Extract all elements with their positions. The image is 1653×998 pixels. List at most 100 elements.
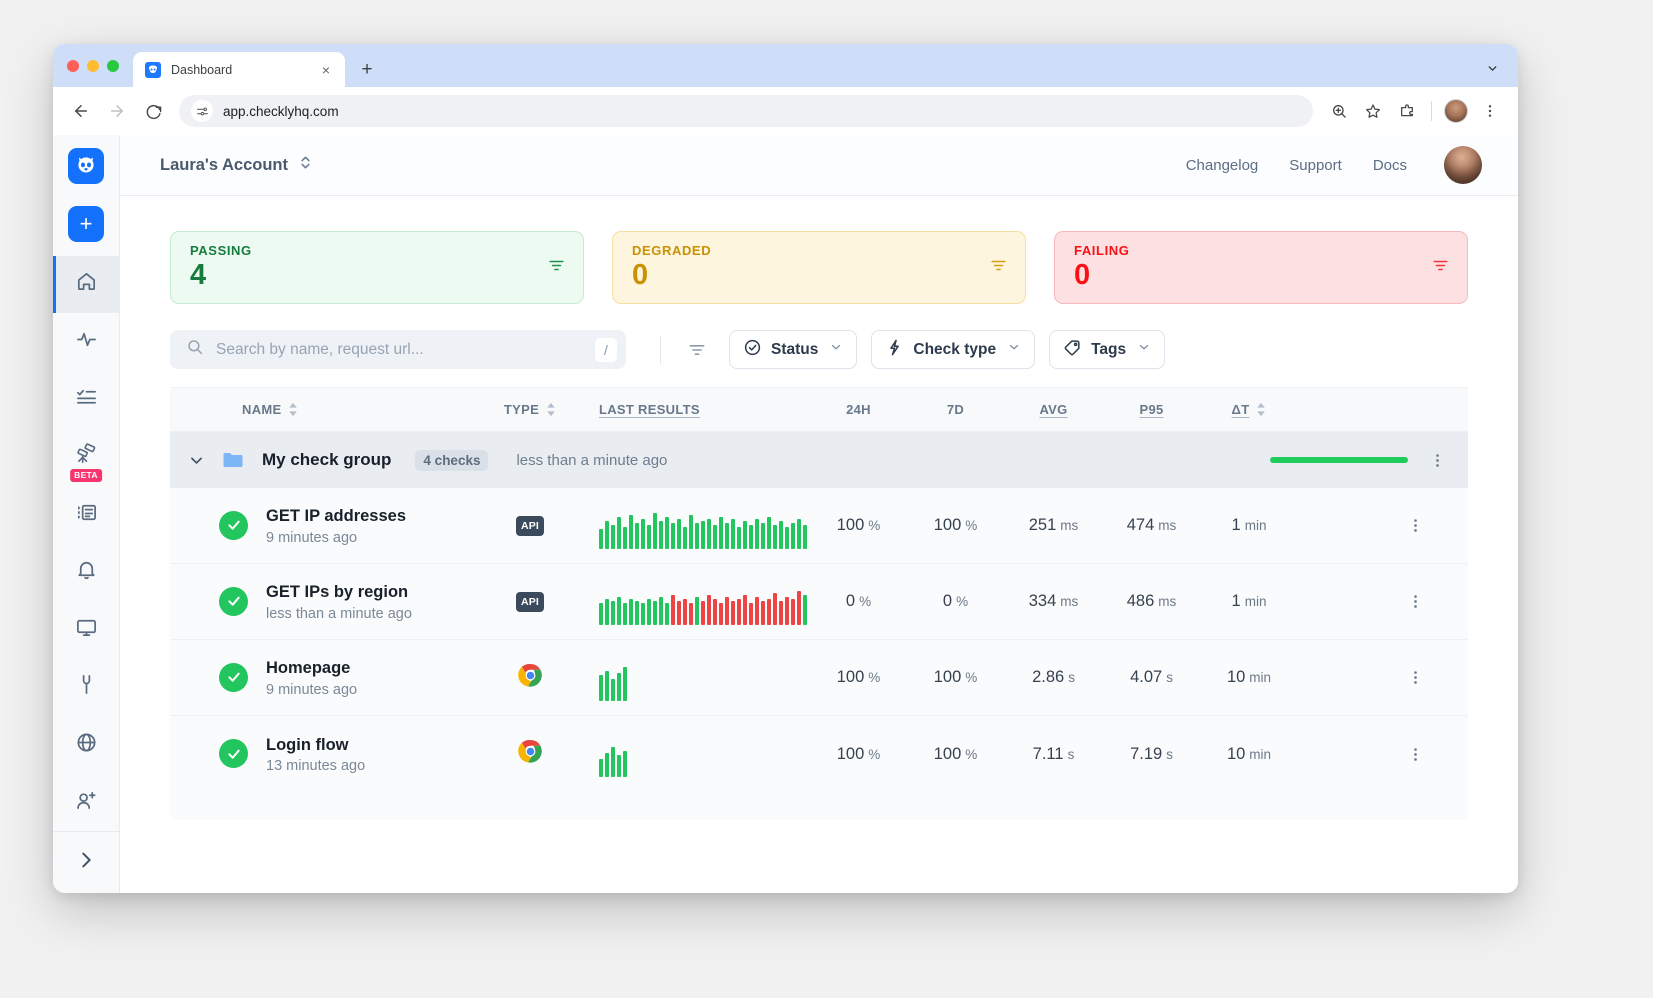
minimize-window-button[interactable] <box>87 60 99 72</box>
link-changelog[interactable]: Changelog <box>1186 157 1259 174</box>
sparkline-bar <box>623 527 627 549</box>
check-group-row[interactable]: My check group 4 checks less than a minu… <box>170 432 1468 488</box>
sidebar-expand-button[interactable] <box>53 831 120 893</box>
row-actions-menu-icon[interactable] <box>1407 593 1446 610</box>
sidebar-item-home[interactable] <box>53 256 120 314</box>
close-window-button[interactable] <box>67 60 79 72</box>
search-input[interactable] <box>216 341 583 359</box>
close-icon[interactable]: × <box>317 61 335 79</box>
column-header-type[interactable]: TYPE <box>480 402 580 417</box>
row-actions-menu-icon[interactable] <box>1407 669 1446 686</box>
row-actions <box>1298 593 1468 610</box>
sidebar-item-locations[interactable] <box>53 716 120 774</box>
tags-filter-dropdown[interactable]: Tags <box>1049 330 1165 369</box>
status-card-value: 0 <box>1074 259 1449 291</box>
table-footer-spacer <box>170 792 1468 820</box>
avatar[interactable] <box>1440 95 1472 127</box>
table-row[interactable]: GET IP addresses9 minutes agoAPI100%100%… <box>170 488 1468 564</box>
sparkline-bar <box>791 599 795 625</box>
link-support[interactable]: Support <box>1289 157 1342 174</box>
checklist-icon <box>75 385 98 413</box>
app-root: + <box>53 135 1518 893</box>
tags-filter-label: Tags <box>1091 341 1126 359</box>
group-actions-menu-icon[interactable] <box>1429 452 1468 469</box>
check-last-run-time: less than a minute ago <box>266 606 412 622</box>
sparkline-bar <box>725 523 729 549</box>
sparkline-bar <box>647 599 651 625</box>
address-bar[interactable]: app.checklyhq.com <box>179 95 1313 127</box>
account-switcher[interactable]: Laura's Account <box>160 154 312 176</box>
last-results-sparkline <box>580 655 810 701</box>
reload-icon[interactable] <box>137 95 169 127</box>
table-header-row: NAME TYPE <box>170 387 1468 432</box>
search-box[interactable]: / <box>170 330 626 369</box>
browser-toolbar: app.checklyhq.com <box>53 87 1518 135</box>
toolbar-actions <box>1323 95 1506 127</box>
column-label: P95 <box>1139 402 1163 417</box>
chevron-down-icon[interactable] <box>184 452 208 469</box>
table-row[interactable]: Homepage9 minutes ago100%100%2.86s4.07s1… <box>170 640 1468 716</box>
link-docs[interactable]: Docs <box>1373 157 1407 174</box>
sparkline-bar <box>767 517 771 549</box>
filter-icon[interactable] <box>687 340 707 360</box>
activity-pulse-icon <box>75 328 98 356</box>
browser-menu-icon[interactable] <box>1474 95 1506 127</box>
sidebar-item-checks[interactable] <box>53 371 120 429</box>
row-actions-menu-icon[interactable] <box>1407 746 1446 763</box>
group-name: My check group <box>262 450 391 470</box>
sparkline-bar <box>671 523 675 549</box>
sidebar-item-alerts[interactable] <box>53 543 120 601</box>
filter-icon[interactable] <box>547 256 566 280</box>
sparkline-bar <box>731 601 735 625</box>
table-row[interactable]: Login flow13 minutes ago100%100%7.11s7.1… <box>170 716 1468 792</box>
status-card-degraded[interactable]: DEGRADED 0 <box>612 231 1026 304</box>
chevron-down-icon[interactable] <box>1478 54 1506 82</box>
column-header-name[interactable]: NAME <box>170 402 480 417</box>
status-filter-dropdown[interactable]: Status <box>729 330 857 369</box>
metric-avg: 7.11s <box>1004 745 1103 764</box>
sparkline-bar <box>683 527 687 549</box>
checkly-logo-icon[interactable] <box>68 148 104 184</box>
forward-icon[interactable] <box>101 95 133 127</box>
dashboard-content: PASSING 4 DEGRADED 0 <box>120 196 1518 893</box>
sparkline-bar <box>737 599 741 625</box>
table-row[interactable]: GET IPs by regionless than a minute agoA… <box>170 564 1468 640</box>
sparkline-bar <box>725 597 729 625</box>
check-circle-icon <box>743 338 762 362</box>
filter-icon[interactable] <box>989 256 1008 280</box>
last-results-sparkline <box>580 503 810 549</box>
create-new-button[interactable]: + <box>68 206 104 242</box>
sparkline-bar <box>701 521 705 549</box>
sidebar-item-invite-user[interactable] <box>53 774 120 832</box>
user-avatar[interactable] <box>1444 146 1482 184</box>
browser-tab[interactable]: Dashboard × <box>133 52 345 87</box>
sparkline-bar <box>599 529 603 549</box>
column-header-avg[interactable]: AVG <box>1004 402 1103 417</box>
check-type-filter-dropdown[interactable]: Check type <box>871 330 1035 369</box>
status-card-passing[interactable]: PASSING 4 <box>170 231 584 304</box>
sidebar-item-activity[interactable] <box>53 313 120 371</box>
extensions-icon[interactable] <box>1391 95 1423 127</box>
back-icon[interactable] <box>65 95 97 127</box>
sidebar-item-telescope[interactable]: BETA <box>53 428 120 486</box>
group-last-run-time: less than a minute ago <box>516 452 667 469</box>
column-header-last-results[interactable]: LAST RESULTS <box>580 402 810 417</box>
account-name: Laura's Account <box>160 156 288 175</box>
metric-24h: 100% <box>810 516 907 535</box>
zoom-icon[interactable] <box>1323 95 1355 127</box>
sparkline-bar <box>743 595 747 625</box>
status-card-failing[interactable]: FAILING 0 <box>1054 231 1468 304</box>
sparkline-bar <box>617 755 621 777</box>
site-settings-icon[interactable] <box>191 100 213 122</box>
column-header-dt[interactable]: ΔT <box>1200 402 1298 417</box>
bookmark-star-icon[interactable] <box>1357 95 1389 127</box>
column-header-p95[interactable]: P95 <box>1103 402 1200 417</box>
new-tab-button[interactable]: + <box>353 56 381 84</box>
filter-icon[interactable] <box>1431 256 1450 280</box>
sidebar-item-maintenance[interactable] <box>53 659 120 717</box>
sidebar-item-monitor[interactable] <box>53 601 120 659</box>
row-actions-menu-icon[interactable] <box>1407 517 1446 534</box>
sidebar-item-dashboards[interactable] <box>53 486 120 544</box>
maximize-window-button[interactable] <box>107 60 119 72</box>
sparkline-bar <box>641 603 645 625</box>
